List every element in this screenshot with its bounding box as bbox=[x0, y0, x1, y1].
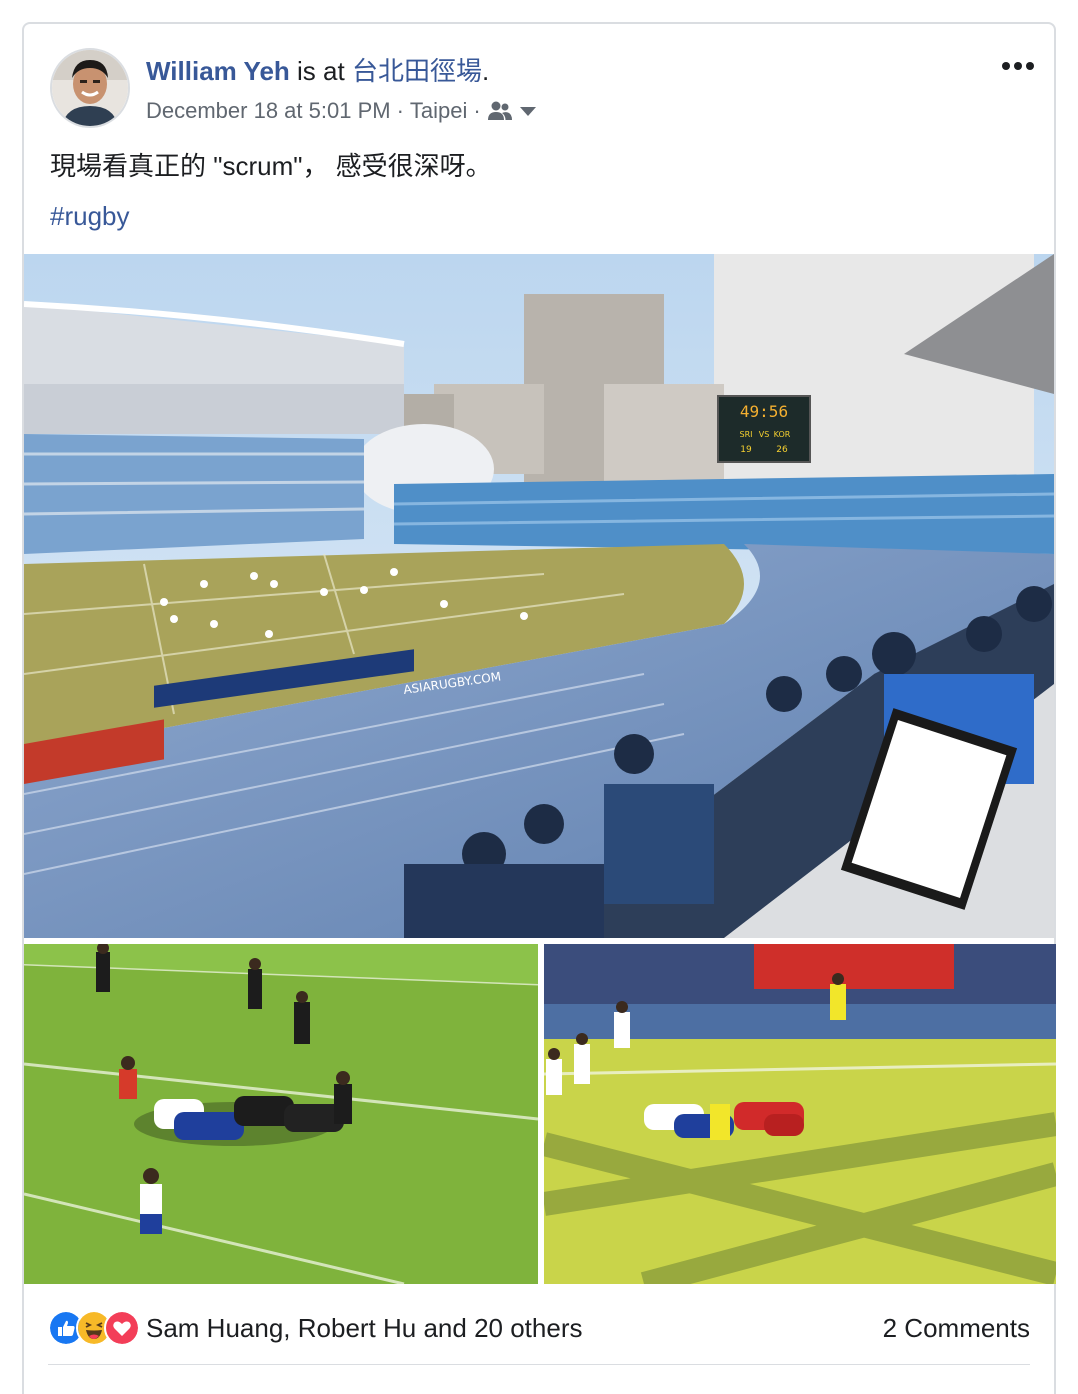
comments-count-link[interactable]: 2 Comments bbox=[883, 1310, 1030, 1346]
photo-stadium[interactable]: 49:56 SRI VS KOR 19 26 ASIARUGBY.COM bbox=[24, 254, 1054, 938]
more-icon bbox=[1002, 62, 1034, 70]
checkin-prefix: is at bbox=[297, 56, 345, 86]
post-header: William Yeh is at 台北田徑場. bbox=[146, 54, 489, 88]
audience-selector[interactable] bbox=[487, 100, 539, 122]
more-options-button[interactable] bbox=[998, 52, 1038, 80]
scoreboard-home: SRI bbox=[740, 430, 753, 439]
scoreboard-home-score: 19 bbox=[740, 445, 752, 455]
meta-separator-2: · bbox=[473, 98, 481, 123]
post-message: 現場看真正的 "scrum"， 感受很深呀。 bbox=[50, 151, 492, 181]
hashtag-link[interactable]: #rugby bbox=[50, 199, 130, 233]
scoreboard-clock: 49:56 bbox=[740, 402, 788, 421]
author-name-link[interactable]: William Yeh bbox=[146, 56, 290, 86]
avatar-photo bbox=[52, 50, 128, 126]
post-meta: December 18 at 5:01 PM · Taipei · bbox=[146, 96, 539, 126]
reactions-names: Sam Huang, Robert Hu and 20 others bbox=[146, 1312, 583, 1343]
post-card: William Yeh is at 台北田徑場. December 18 at … bbox=[22, 22, 1056, 1394]
stadium-photo-image: 49:56 SRI VS KOR 19 26 ASIARUGBY.COM bbox=[24, 254, 1054, 938]
author-avatar[interactable] bbox=[50, 48, 130, 128]
scoreboard-away: KOR bbox=[774, 430, 791, 439]
scrum-photo-left-image bbox=[24, 944, 538, 1284]
scoreboard-vs: VS bbox=[759, 430, 770, 439]
photo-scrum-right[interactable] bbox=[544, 944, 1056, 1284]
love-icon bbox=[104, 1310, 140, 1346]
place-link[interactable]: 台北田徑場 bbox=[352, 56, 482, 86]
post-location: Taipei bbox=[409, 98, 468, 123]
scoreboard-away-score: 26 bbox=[776, 445, 788, 455]
chevron-down-icon bbox=[519, 107, 536, 116]
meta-separator: · bbox=[396, 98, 404, 123]
friends-icon bbox=[487, 101, 512, 120]
post-timestamp-link[interactable]: December 18 at 5:01 PM bbox=[146, 96, 391, 126]
scrum-photo-right-image bbox=[544, 944, 1056, 1284]
footer-divider bbox=[48, 1364, 1030, 1365]
reactions-summary[interactable]: Sam Huang, Robert Hu and 20 others bbox=[48, 1310, 582, 1346]
place-suffix: . bbox=[481, 56, 490, 86]
photo-scrum-left[interactable] bbox=[24, 944, 538, 1284]
